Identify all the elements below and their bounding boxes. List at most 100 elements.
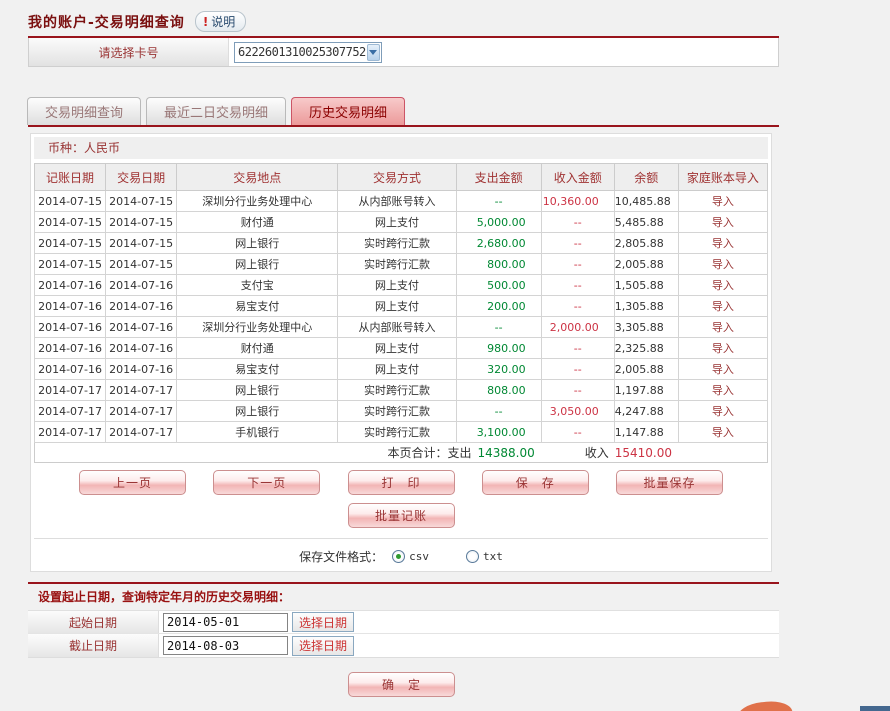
table-cell: 2014-07-16 [105,337,178,359]
table-cell: 1,305.88 [613,295,679,317]
import-link[interactable]: 导入 [677,379,769,401]
table-cell: 2014-07-15 [33,190,107,212]
pagination-actions: 上一页 下一页 打 印 保 存 批量保存 [34,470,768,495]
tabs-underline [28,125,779,127]
tab-transaction-detail-query[interactable]: 交易明细查询 [27,97,142,125]
table-cell: 网上银行 [176,400,339,422]
table-cell: 易宝支付 [176,295,339,317]
table-cell: 网上支付 [337,295,457,317]
end-date-picker-button[interactable]: 选择日期 [292,635,355,656]
start-date-input[interactable] [163,612,288,632]
save-button[interactable]: 保 存 [481,470,589,495]
exclamation-icon: ! [202,14,209,29]
start-date-row: 起始日期 选择日期 [28,611,779,634]
import-link[interactable]: 导入 [677,253,769,275]
table-cell: 网上银行 [176,232,339,254]
table-cell: 4,247.88 [613,400,679,422]
summary-incoming-label: 收入 [584,446,609,460]
table-cell: 手机银行 [176,421,339,443]
summary-incoming-value: 15410.00 [614,445,672,460]
batch-record-button[interactable]: 批量记账 [347,503,455,528]
table-cell: 3,305.88 [613,316,679,338]
col-header-incoming: 收入金额 [540,163,615,191]
table-cell: 从内部账号转入 [337,316,457,338]
table-cell: 2014-07-17 [33,421,107,443]
batch-save-button[interactable]: 批量保存 [616,470,723,495]
table-cell: 实时跨行汇款 [337,400,457,422]
col-header-location: 交易地点 [176,163,339,191]
import-link[interactable]: 导入 [677,337,769,359]
table-cell: 网上支付 [337,337,457,359]
transactions-table: 记账日期 交易日期 交易地点 交易方式 支出金额 收入金额 余额 家庭账本导入 … [33,163,769,463]
table-cell: 2014-07-15 [105,253,178,275]
table-cell: 2014-07-15 [105,211,178,233]
import-link[interactable]: 导入 [677,295,769,317]
prev-page-button[interactable]: 上一页 [79,470,186,495]
radio-unselected-icon[interactable] [466,549,479,563]
table-cell: -- [540,274,615,296]
card-number-select[interactable]: 6222601310025307752 [234,41,382,63]
table-row: 2014-07-17 2014-07-17 手机银行 实时跨行汇款 3,100.00 --… [33,421,769,443]
table-cell: 5,485.88 [613,211,679,233]
import-link[interactable]: 导入 [677,400,769,422]
transactions-tbody: 2014-07-15 2014-07-15 深圳分行业务处理中心 从内部账号转入 -- 1… [33,190,769,443]
table-cell: 2,680.00 [455,232,542,254]
table-cell: -- [455,400,542,422]
table-cell: 财付通 [176,211,339,233]
table-cell: 2014-07-17 [33,400,107,422]
table-cell: 实时跨行汇款 [337,421,457,443]
radio-option-csv[interactable]: csv [392,549,429,563]
table-cell: 网上支付 [337,274,457,296]
file-format-row: 保存文件格式： csv txt [34,539,768,573]
radio-option-txt[interactable]: txt [466,549,503,563]
table-row: 2014-07-15 2014-07-15 财付通 网上支付 5,000.00 -- 5,4… [33,211,769,233]
history-detail-panel: 币种：人民币 记账日期 交易日期 交易地点 交易方式 支出金额 收入金额 余额 … [30,133,772,572]
import-link[interactable]: 导入 [677,421,769,443]
currency-bar: 币种：人民币 [34,137,768,159]
card-selector-cell: 6222601310025307752 [229,38,778,66]
table-cell: 2014-07-16 [105,316,178,338]
date-range-title: 设置起止日期，查询特定年月的历史交易明细： [28,584,779,611]
table-cell: 2,805.88 [613,232,679,254]
end-date-row: 截止日期 选择日期 [28,634,779,657]
page-title: 我的账户-交易明细查询 [28,14,185,31]
table-cell: 网上支付 [337,358,457,380]
help-button[interactable]: ! 说明 [194,11,247,32]
table-row: 2014-07-16 2014-07-16 易宝支付 网上支付 320.00 -- 2,00… [33,358,769,380]
table-cell: 2014-07-16 [105,358,178,380]
end-date-input[interactable] [163,636,288,655]
chevron-down-icon[interactable] [366,43,380,61]
table-cell: 3,050.00 [540,400,615,422]
table-cell: 10,485.88 [613,190,679,212]
radio-selected-icon[interactable] [392,549,406,563]
table-cell: 支付宝 [176,274,339,296]
import-link[interactable]: 导入 [677,190,769,212]
table-cell: 2014-07-17 [33,379,107,401]
next-page-button[interactable]: 下一页 [213,470,321,495]
table-cell: -- [540,358,615,380]
tab-last-two-days[interactable]: 最近二日交易明细 [146,97,287,125]
table-cell: 1,147.88 [613,421,679,443]
tab-history-detail[interactable]: 历史交易明细 [291,97,406,125]
table-cell: 5,000.00 [455,211,542,233]
table-cell: 1,505.88 [613,274,679,296]
table-cell: 2014-07-15 [33,253,107,275]
import-link[interactable]: 导入 [677,232,769,254]
table-row: 2014-07-16 2014-07-16 易宝支付 网上支付 200.00 -- 1,30… [33,295,769,317]
table-cell: 800.00 [455,253,542,275]
table-cell: 2014-07-16 [105,295,178,317]
table-cell: -- [540,379,615,401]
import-link[interactable]: 导入 [677,274,769,296]
table-cell: -- [540,295,615,317]
start-date-picker-button[interactable]: 选择日期 [292,612,355,632]
import-link[interactable]: 导入 [677,358,769,380]
col-header-household-import: 家庭账本导入 [677,163,769,191]
table-cell: -- [540,253,615,275]
confirm-button[interactable]: 确 定 [348,672,455,697]
import-link[interactable]: 导入 [677,316,769,338]
table-cell: -- [540,232,615,254]
table-row: 2014-07-15 2014-07-15 网上银行 实时跨行汇款 2,680.00 --… [33,232,769,254]
import-link[interactable]: 导入 [677,211,769,233]
print-button[interactable]: 打 印 [347,470,455,495]
table-cell: 网上银行 [176,379,339,401]
